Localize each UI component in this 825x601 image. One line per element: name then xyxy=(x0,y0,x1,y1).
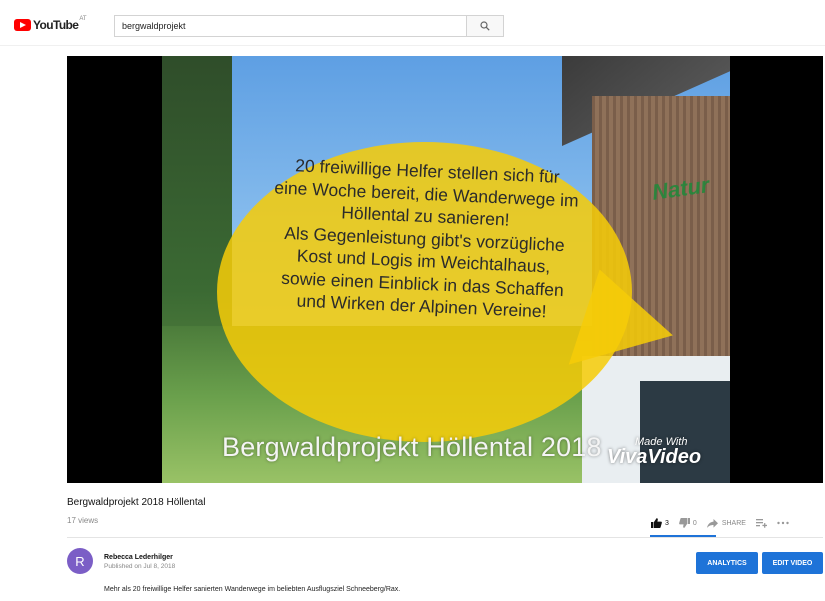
dislike-count: 0 xyxy=(692,519,697,527)
divider xyxy=(67,537,823,538)
add-to-playlist-icon xyxy=(755,518,767,528)
analytics-button[interactable]: ANALYTICS xyxy=(696,552,758,574)
thumbs-up-icon xyxy=(651,518,662,528)
youtube-logo-icon xyxy=(14,19,31,31)
video-title-overlay: Bergwaldprojekt Höllental 2018 xyxy=(222,432,602,462)
watermark-bottom: VivaVideo xyxy=(607,446,702,468)
description-text: Mehr als 20 freiwillige Helfer sanierten… xyxy=(104,586,401,593)
overlay-text: 20 freiwillige Helfer stellen sich für e… xyxy=(273,155,579,322)
youtube-logo[interactable]: YouTube AT xyxy=(14,16,87,32)
published-date: Published on Jul 8, 2018 xyxy=(104,563,176,570)
more-button[interactable] xyxy=(777,521,789,525)
share-button[interactable]: SHARE xyxy=(706,518,746,528)
avatar[interactable]: R xyxy=(67,548,93,574)
masthead: YouTube AT bergwaldprojekt xyxy=(0,0,825,46)
like-button[interactable]: 3 xyxy=(651,518,669,528)
video-actions: 3 0 SHARE xyxy=(651,513,799,533)
search-icon xyxy=(480,21,490,31)
more-icon xyxy=(777,521,789,525)
add-to-playlist-button[interactable] xyxy=(755,518,767,528)
video-title: Bergwaldprojekt 2018 Höllental xyxy=(67,497,206,508)
search-button[interactable] xyxy=(466,15,504,37)
thumbs-down-icon xyxy=(679,518,690,528)
share-icon xyxy=(706,518,718,528)
like-count: 3 xyxy=(665,519,669,527)
channel-name[interactable]: Rebecca Lederhilger xyxy=(104,554,173,561)
vivavideo-watermark: Made With VivaVideo xyxy=(607,436,701,469)
share-label: SHARE xyxy=(721,519,746,527)
dislike-button[interactable]: 0 xyxy=(679,518,697,528)
search-input[interactable]: bergwaldprojekt xyxy=(114,15,466,37)
edit-video-button[interactable]: EDIT VIDEO xyxy=(762,552,823,574)
video-player[interactable]: Natur 20 freiwillige Helfer stellen sich… xyxy=(67,56,823,483)
logo-text: YouTube xyxy=(33,18,79,32)
region-code: AT xyxy=(79,16,87,22)
view-count: 17 views xyxy=(67,516,99,525)
